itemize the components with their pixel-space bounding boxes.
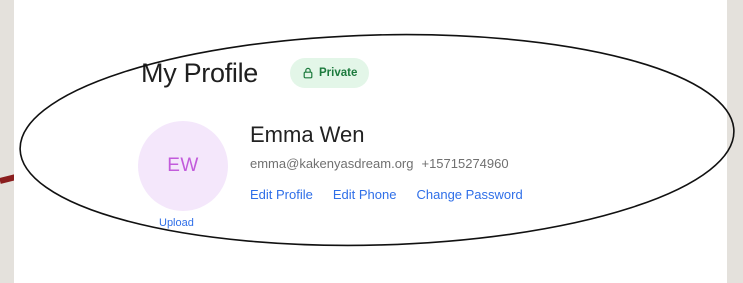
avatar: EW: [138, 121, 228, 211]
lock-icon: [302, 67, 314, 79]
page-title: My Profile: [141, 58, 259, 88]
edit-phone-link[interactable]: Edit Phone: [333, 187, 397, 202]
private-badge: Private: [290, 58, 370, 88]
profile-actions: Edit Profile Edit Phone Change Password: [250, 187, 523, 202]
contact-info: emma@kakenyasdream.org +15715274960: [250, 156, 509, 171]
edit-profile-link[interactable]: Edit Profile: [250, 187, 313, 202]
upload-link[interactable]: Upload: [159, 217, 194, 229]
user-phone: +15715274960: [421, 156, 509, 171]
user-name: Emma Wen: [250, 122, 365, 147]
user-email: emma@kakenyasdream.org: [250, 156, 414, 171]
change-password-link[interactable]: Change Password: [416, 187, 522, 202]
profile-card: My Profile Private EW Upload Emma Wen em…: [14, 0, 727, 283]
private-badge-label: Private: [319, 67, 358, 79]
